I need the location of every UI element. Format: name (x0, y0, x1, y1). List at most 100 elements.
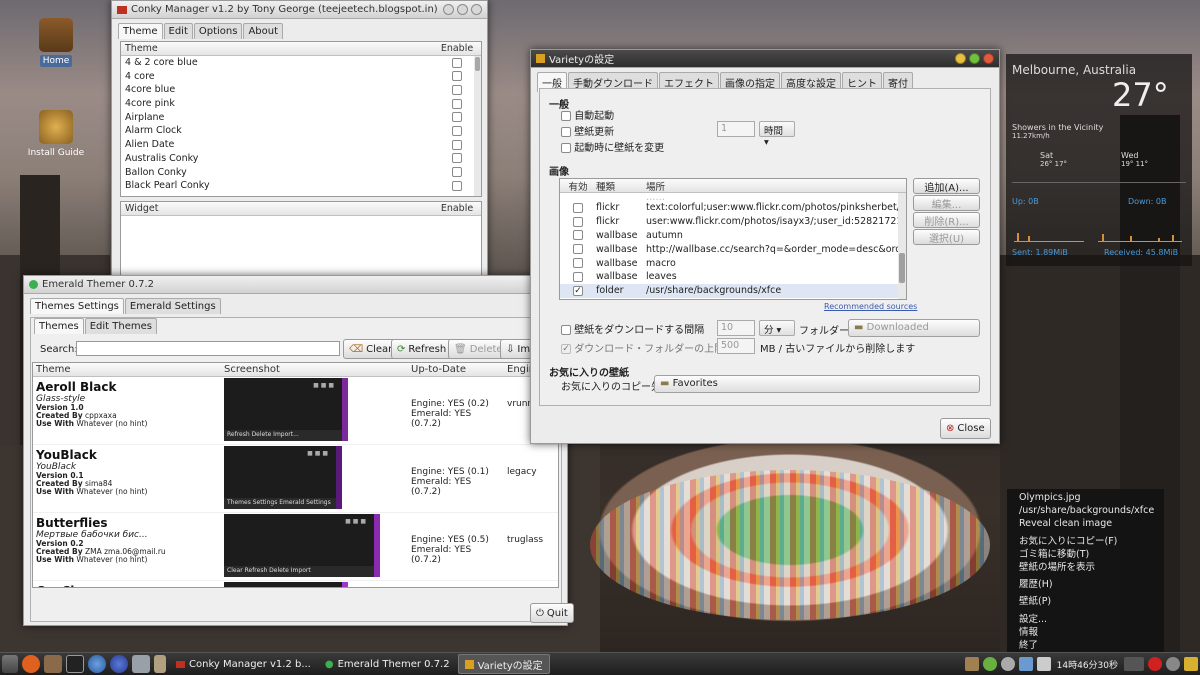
maximize-button[interactable] (457, 4, 468, 15)
tab-edit-themes[interactable]: Edit Themes (84, 318, 157, 334)
theme-row[interactable]: Alarm Clock (121, 124, 481, 138)
source-enabled-checkbox[interactable]: ✓ (573, 285, 583, 296)
monitor-icon[interactable] (132, 655, 150, 673)
menu-icon[interactable] (2, 655, 18, 673)
source-row[interactable]: flickr text:colorful;user:www.flickr.com/… (560, 201, 906, 215)
col-enabled[interactable]: 有効 (560, 179, 596, 193)
menu-item[interactable]: 情報 (1007, 626, 1164, 639)
workspace-switcher[interactable] (1124, 657, 1144, 671)
folder-limit-check[interactable]: ✓ ダウンロード・フォルダーの上限 (561, 340, 724, 355)
edit-source-button[interactable]: 編集... (913, 195, 980, 211)
enable-checkbox[interactable] (452, 139, 462, 150)
menu-item[interactable]: Olympics.jpg (1007, 491, 1164, 504)
menu-item[interactable]: 設定... (1007, 613, 1164, 626)
theme-row[interactable]: Aeroll Black Glass-style Version 1.0 Create… (33, 377, 558, 445)
remove-source-button[interactable]: 削除(R)... (913, 212, 980, 228)
shield-icon[interactable] (982, 657, 997, 671)
source-row[interactable]: wallbase http://wallbase.cc/search?q=&ord… (560, 242, 906, 256)
close-button[interactable] (471, 4, 482, 15)
emerald-titlebar[interactable]: Emerald Themer 0.7.2 (24, 276, 567, 294)
users-icon[interactable] (1166, 657, 1180, 671)
menu-item[interactable]: /usr/share/backgrounds/xfce (1007, 504, 1164, 517)
menu-item[interactable]: 終了 (1007, 639, 1164, 652)
interval-unit-select[interactable]: 時間 ▾ (759, 121, 795, 148)
refresh-button[interactable]: ⟳ Refresh (391, 339, 453, 359)
download-unit-select[interactable]: 分 ▾ (759, 320, 795, 336)
interval-input[interactable]: 1 (717, 121, 755, 137)
autostart-check[interactable]: 自動起動 (561, 107, 614, 122)
source-row[interactable]: flickr user:www.flickr.com/photos/isayx3/… (560, 215, 906, 229)
col-type[interactable]: 種類 (596, 179, 646, 193)
clock[interactable]: 14時46分30秒 (1057, 658, 1118, 671)
source-enabled-checkbox[interactable] (573, 230, 583, 241)
file-manager-icon[interactable] (44, 655, 62, 673)
menu-item[interactable]: Reveal clean image (1007, 517, 1164, 530)
variety-titlebar[interactable]: Varietyの設定 (531, 50, 999, 68)
theme-row[interactable]: Australis Conky (121, 152, 481, 166)
theme-row[interactable]: 4core blue (121, 83, 481, 97)
theme-row[interactable]: Ballon Conky (121, 165, 481, 179)
theme-row[interactable]: Butterflies Мертвые бабочки бис... Version… (33, 513, 558, 581)
terminal-icon[interactable] (66, 655, 84, 673)
menu-item[interactable]: お気に入りにコピー(F) (1007, 535, 1164, 548)
enable-checkbox[interactable] (452, 57, 462, 68)
source-enabled-checkbox[interactable] (573, 202, 583, 213)
variety-tray-icon[interactable] (1018, 657, 1033, 671)
enable-checkbox[interactable] (452, 180, 462, 191)
col-theme[interactable]: Theme (125, 43, 437, 54)
col-screenshot[interactable]: Screenshot (221, 364, 408, 375)
quit-button[interactable]: ⏻ Quit (530, 603, 574, 623)
theme-row[interactable]: Alien Date (121, 138, 481, 152)
enable-checkbox[interactable] (452, 84, 462, 95)
tab-about[interactable]: About (243, 23, 284, 39)
app-launcher-icon[interactable] (22, 655, 40, 673)
close-button[interactable] (983, 53, 994, 64)
enable-checkbox[interactable] (452, 153, 462, 164)
archive-icon[interactable] (154, 655, 166, 673)
tab-edit[interactable]: Edit (163, 23, 193, 39)
theme-row[interactable]: 4 core (121, 69, 481, 83)
change-on-start-check[interactable]: 起動時に壁紙を変更 (561, 139, 664, 154)
tab-emerald-settings[interactable]: Emerald Settings (124, 298, 221, 314)
source-enabled-checkbox[interactable] (573, 258, 583, 269)
enable-checkbox[interactable] (452, 112, 462, 123)
theme-list-scrollbar[interactable] (474, 56, 481, 196)
download-interval-check[interactable]: 壁紙をダウンロードする間隔 (561, 321, 704, 336)
tab-themes-settings[interactable]: Themes Settings (30, 298, 124, 314)
clear-button[interactable]: ⌫ Clear (343, 339, 399, 359)
minimize-button[interactable] (443, 4, 454, 15)
tab-themes[interactable]: Themes (34, 318, 84, 334)
power-icon[interactable] (1148, 657, 1162, 671)
add-source-button[interactable]: 追加(A)... (913, 178, 980, 194)
enable-checkbox[interactable] (452, 167, 462, 178)
enable-checkbox[interactable] (452, 125, 462, 136)
widget-list[interactable]: Widget Enable (120, 201, 482, 277)
menu-item[interactable]: 壁紙(P) (1007, 595, 1164, 608)
col-up-to-date[interactable]: Up-to-Date (408, 364, 504, 375)
web-icon[interactable] (110, 655, 128, 673)
source-enabled-checkbox[interactable] (573, 271, 583, 282)
source-enabled-checkbox[interactable] (573, 244, 583, 255)
source-enabled-checkbox[interactable] (573, 216, 583, 227)
col-location[interactable]: 場所 (646, 179, 906, 193)
conky-titlebar[interactable]: Conky Manager v1.2 by Tony George (teeje… (112, 1, 487, 19)
menu-item[interactable]: 履歴(H) (1007, 578, 1164, 591)
task-variety[interactable]: Varietyの設定 (457, 654, 550, 674)
browser-icon[interactable] (88, 655, 106, 673)
image-sources-list[interactable]: 有効 種類 場所 …… flickr text:colorful;user:www.f… (559, 178, 907, 300)
sources-scrollbar[interactable] (898, 193, 906, 299)
maximize-button[interactable] (969, 53, 980, 64)
menu-item[interactable]: ゴミ箱に移動(T) (1007, 548, 1164, 561)
theme-row[interactable]: Airplane (121, 110, 481, 124)
source-row[interactable]: wallbase macro (560, 256, 906, 270)
source-row[interactable]: wallbase autumn (560, 229, 906, 243)
download-folder-button[interactable]: ▬ Downloaded (848, 319, 980, 337)
theme-row[interactable]: YouBlack YouBlack Version 0.1 Created By si… (33, 445, 558, 513)
display-icon[interactable] (1036, 657, 1051, 671)
desktop-icon-home[interactable]: Home (21, 18, 91, 67)
col-theme[interactable]: Theme (33, 364, 221, 375)
network-icon[interactable] (1000, 657, 1015, 671)
theme-row[interactable]: CapClearMagnifico Capone ■ ■ ■ (33, 581, 558, 587)
task-conky-manager[interactable]: Conky Manager v1.2 b... (170, 654, 317, 674)
col-enable[interactable]: Enable (437, 43, 477, 54)
